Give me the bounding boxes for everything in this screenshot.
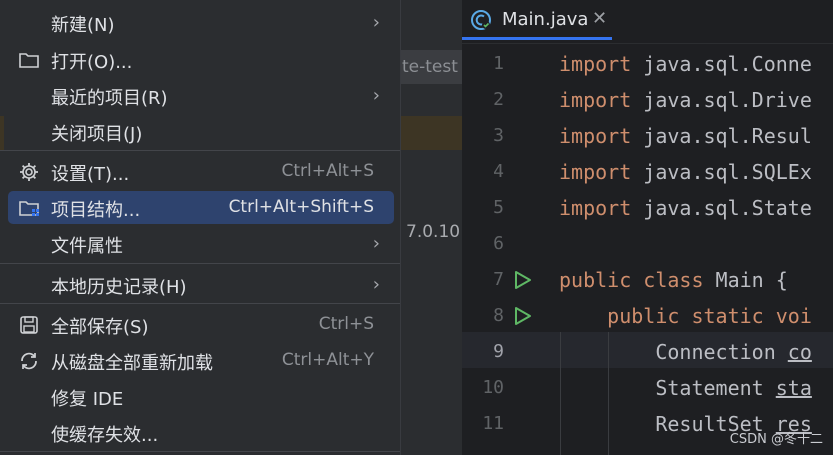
highlight-edge xyxy=(0,116,4,150)
code-line: import java.sql.Drive xyxy=(559,88,812,112)
tab-main-java[interactable]: Main.java ✕ xyxy=(462,0,612,40)
code-token: java.sql.Drive xyxy=(631,88,812,112)
project-panel-background: te-test 7.0.10 xyxy=(400,0,462,455)
code-line: Connection co xyxy=(559,340,812,364)
run-icon[interactable] xyxy=(511,305,533,327)
folder-icon xyxy=(18,49,40,71)
line-number: 7 xyxy=(493,269,504,290)
menu-separator xyxy=(0,150,400,151)
menu-item-invalidate-caches[interactable]: 使缓存失效... xyxy=(8,416,394,449)
keyword-token: import xyxy=(559,196,632,220)
keyword-token: public static voi xyxy=(559,304,812,328)
menu-item-label: 文件属性 xyxy=(51,236,123,257)
menu-item-project-structure[interactable]: 项目结构... Ctrl+Alt+Shift+S xyxy=(8,191,394,224)
project-structure-icon xyxy=(18,197,40,219)
tab-label: Main.java xyxy=(502,9,589,30)
chevron-right-icon: › xyxy=(372,274,380,295)
code-area[interactable]: import java.sql.Conne import java.sql.Dri… xyxy=(546,44,833,455)
menu-item-file-properties[interactable]: 文件属性 › xyxy=(8,227,394,260)
code-line: public static voi xyxy=(559,304,812,328)
menu-item-recent-projects[interactable]: 最近的项目(R) › xyxy=(8,79,394,112)
line-number: 9 xyxy=(493,341,504,362)
line-number: 10 xyxy=(482,377,504,398)
keyword-token: import xyxy=(559,88,632,112)
chevron-right-icon: › xyxy=(372,12,380,33)
code-token: java.sql.Resul xyxy=(631,124,812,148)
menu-item-close-project[interactable]: 关闭项目(J) xyxy=(8,115,394,148)
code-token: java.sql.State xyxy=(631,196,812,220)
code-line: import java.sql.Conne xyxy=(559,52,812,76)
keyword-token: public class xyxy=(559,268,704,292)
code-line: import java.sql.State xyxy=(559,196,812,220)
code-token: sta xyxy=(775,376,812,400)
code-line: Statement sta xyxy=(559,376,812,400)
menu-item-save-all[interactable]: 全部保存(S) Ctrl+S xyxy=(8,308,394,341)
code-token: java.sql.SQLEx xyxy=(631,160,812,184)
version-text: 7.0.10 xyxy=(406,222,461,242)
run-icon[interactable] xyxy=(511,269,533,291)
file-menu: 新建(N) › 打开(O)... 最近的项目(R) › 关闭项目(J) 设置(T)... Ct… xyxy=(0,0,401,455)
menu-item-label: 最近的项目(R) xyxy=(51,88,168,109)
menu-item-shortcut: Ctrl+S xyxy=(318,314,374,334)
menu-item-local-history[interactable]: 本地历史记录(H) › xyxy=(8,268,394,301)
menu-item-shortcut: Ctrl+Alt+Y xyxy=(281,350,374,370)
project-chip: te-test xyxy=(400,50,462,84)
menu-item-new[interactable]: 新建(N) › xyxy=(8,6,394,39)
menu-item-label: 从磁盘全部重新加载 xyxy=(51,353,213,374)
menu-item-label: 全部保存(S) xyxy=(51,317,149,338)
code-line: import java.sql.Resul xyxy=(559,124,812,148)
editor-tab-bar: Main.java ✕ xyxy=(462,0,833,44)
menu-separator xyxy=(0,263,400,264)
highlighted-row xyxy=(400,116,462,150)
menu-item-label: 设置(T)... xyxy=(51,164,130,185)
menu-item-label: 打开(O)... xyxy=(51,52,133,73)
line-gutter: 1 2 3 4 5 6 7 8 9 10 11 xyxy=(462,44,546,455)
menu-separator xyxy=(0,451,400,452)
code-token: Statement xyxy=(559,376,776,400)
code-token: Main { xyxy=(703,268,788,292)
menu-item-label: 本地历史记录(H) xyxy=(51,277,187,298)
line-number: 8 xyxy=(493,305,504,326)
code-line: public class Main { xyxy=(559,268,788,292)
menu-item-label: 使缓存失效... xyxy=(51,425,159,446)
menu-item-label: 修复 IDE xyxy=(51,389,124,410)
reload-icon xyxy=(18,350,40,372)
chevron-right-icon: › xyxy=(372,233,380,254)
menu-item-shortcut: Ctrl+Alt+S xyxy=(281,161,374,181)
chevron-right-icon: › xyxy=(372,85,380,106)
keyword-token: import xyxy=(559,160,632,184)
menu-item-shortcut: Ctrl+Alt+Shift+S xyxy=(228,197,374,217)
menu-item-label: 项目结构... xyxy=(51,200,141,221)
code-token: Connection xyxy=(559,340,788,364)
menu-item-reload-all[interactable]: 从磁盘全部重新加载 Ctrl+Alt+Y xyxy=(8,344,394,377)
line-number: 1 xyxy=(493,53,504,74)
menu-item-settings[interactable]: 设置(T)... Ctrl+Alt+S xyxy=(8,155,394,188)
save-icon xyxy=(18,314,40,336)
code-line: import java.sql.SQLEx xyxy=(559,160,812,184)
menu-item-label: 关闭项目(J) xyxy=(51,124,143,145)
gear-icon xyxy=(18,161,40,183)
close-icon[interactable]: ✕ xyxy=(592,8,607,29)
active-tab-underline xyxy=(462,37,612,40)
menu-item-repair-ide[interactable]: 修复 IDE xyxy=(8,380,394,413)
line-number: 4 xyxy=(493,161,504,182)
line-number: 3 xyxy=(493,125,504,146)
code-token: co xyxy=(787,340,812,364)
menu-item-open[interactable]: 打开(O)... xyxy=(8,43,394,76)
line-number: 11 xyxy=(482,413,504,434)
keyword-token: import xyxy=(559,52,632,76)
line-number: 5 xyxy=(493,197,504,218)
watermark: CSDN @冬十二 xyxy=(729,432,823,447)
menu-item-label: 新建(N) xyxy=(51,15,115,36)
line-number: 2 xyxy=(493,89,504,110)
menu-separator xyxy=(0,303,400,304)
keyword-token: import xyxy=(559,124,632,148)
line-number: 6 xyxy=(493,233,504,254)
code-token: java.sql.Conne xyxy=(631,52,812,76)
java-class-icon xyxy=(471,10,491,30)
